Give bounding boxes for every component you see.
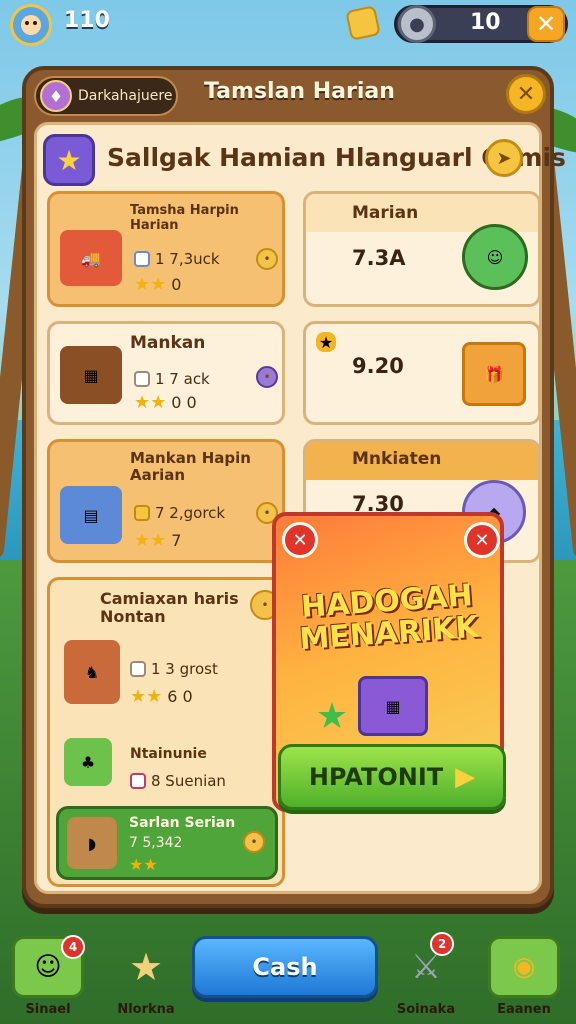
sub-item-progress: 7 5,342 [129, 835, 183, 851]
basket-icon: ▤ [60, 486, 122, 544]
task-card-large[interactable]: Camiaxan haris Nontan • ♞ 1 3 grost ★★ 6 … [47, 577, 285, 887]
sub-item-progress: 8 Suenian [130, 772, 226, 790]
panel-title: Tamslan Harian [204, 79, 395, 104]
task-progress: 1 3 grost [130, 660, 218, 678]
task-progress-text: 1 7,3uck [155, 250, 220, 268]
star-mark-icon [134, 505, 150, 521]
sub-item-card[interactable]: ◗ Sarlan Serian 7 5,342 ★★ • [56, 806, 278, 880]
crate-icon: ▦ [358, 676, 428, 736]
reward-value: 7 [171, 531, 182, 550]
play-arrow-icon: ▶ [455, 762, 476, 792]
task-title: Marian [352, 203, 419, 223]
checkbox-icon [134, 371, 150, 387]
promo-button-label: HPATONIT [308, 763, 444, 791]
nav-label: Eaanen [497, 1002, 551, 1017]
task-card[interactable]: Marian 7.3A ☺ [303, 191, 541, 307]
panel-header: ★ Sallgak Hamian Hlanguarl Camis ➤ [37, 131, 566, 189]
gem-icon [345, 5, 381, 41]
coin-icon: ● [398, 5, 436, 43]
nav-item-soinaka[interactable]: ⚔ 2 Soinaka [386, 932, 466, 1017]
notification-badge: 2 [430, 932, 454, 956]
toy-truck-icon: 🚚 [60, 230, 122, 286]
chest-icon: ▦ [60, 346, 122, 404]
promo-close-right[interactable]: ✕ [464, 522, 500, 558]
player-avatar[interactable] [10, 4, 52, 46]
player-level: 110 [64, 8, 110, 33]
promo-action-button[interactable]: HPATONIT ▶ [278, 744, 506, 810]
reward-value: 6 0 [167, 687, 193, 706]
claim-button[interactable]: • [256, 248, 278, 270]
promo-close-left[interactable]: ✕ [282, 522, 318, 558]
leaf-bush-icon: ♣ [64, 738, 112, 786]
task-reward: ★★ 7 [134, 530, 182, 551]
nav-item-sinael[interactable]: ☺ 4 Sinael [8, 935, 88, 1017]
nav-item-eaanen[interactable]: ◉ Eaanen [484, 936, 564, 1017]
task-title: Mankan [130, 333, 206, 353]
task-progress-text: 7 2,gorck [155, 504, 226, 522]
nav-label: Sinael [25, 1002, 71, 1017]
coin-count: 10 [470, 10, 501, 35]
nav-label: Soinaka [396, 1002, 456, 1017]
task-value: 9.20 [352, 354, 404, 378]
task-progress-text: 1 3 grost [151, 660, 218, 678]
claim-button[interactable]: • [256, 366, 278, 388]
task-title: Tamsha Harpin Harian [130, 203, 239, 233]
panel-tag-label: Darkahajuere [78, 88, 173, 104]
potion-icon: ♦ [40, 80, 72, 112]
character-icon: ☺ [462, 224, 528, 290]
warrior-icon: ♞ [64, 640, 120, 704]
task-reward: ★★ 0 0 [134, 392, 197, 413]
chat-nav-icon: ◉ [488, 936, 560, 998]
reward-value: 0 [171, 275, 182, 294]
small-star-icon: ★ [316, 332, 336, 352]
task-card[interactable]: Mankan ▦ 1 7 ack ★★ 0 0 • [47, 321, 285, 425]
task-card[interactable]: Mankan Hapin Aarian ▤ 7 2,gorck ★★ 7 • [47, 439, 285, 563]
gift-box-icon: 🎁 [462, 342, 526, 406]
task-title: Mankan Hapin Aarian [130, 449, 251, 485]
task-card[interactable]: Tamsha Harpin Harian 🚚 1 7,3uck ★★ 0 • [47, 191, 285, 307]
arrow-icon: ➤ [496, 147, 512, 169]
star-nav-icon: ★ [128, 945, 164, 989]
task-progress: 1 7 ack [134, 370, 210, 388]
task-progress: 7 2,gorck [134, 504, 225, 522]
star-badge-icon: ★ [43, 134, 95, 186]
top-hud: 110 ● 10 ✕ [0, 0, 576, 50]
task-reward: ★★ 0 [134, 274, 182, 295]
claim-button[interactable]: • [243, 831, 265, 853]
sub-item-title: Sarlan Serian [129, 815, 236, 831]
nav-label: Nlorkna [117, 1002, 175, 1017]
star-icon: ★ [315, 695, 349, 737]
info-button[interactable]: ➤ [485, 139, 523, 177]
sub-item-progress-text: 8 Suenian [151, 772, 226, 790]
nav-item-nlorkna[interactable]: ★ Nlorkna [106, 936, 186, 1017]
task-progress-text: 1 7 ack [155, 370, 210, 388]
close-icon: ✕ [516, 81, 536, 107]
face-icon [21, 15, 41, 35]
task-value: 7.3A [352, 246, 406, 270]
sword-nav-icon: ⚔ 2 [390, 932, 462, 998]
checkbox-icon [130, 773, 146, 789]
cash-button[interactable]: Cash [192, 936, 378, 998]
task-reward: ★★ 6 0 [130, 686, 193, 707]
task-title: Mnkiaten [352, 449, 442, 469]
character-nav-icon: ☺ 4 [12, 935, 85, 998]
panel-tag: ♦ Darkahajuere [34, 76, 178, 116]
task-card[interactable]: ★ 9.20 🎁 [303, 321, 541, 425]
shell-icon: ◗ [67, 817, 117, 869]
task-progress: 1 7,3uck [134, 250, 220, 268]
add-coins-button[interactable]: ✕ [527, 6, 565, 42]
close-icon: ✕ [292, 529, 308, 551]
checkbox-icon [134, 251, 150, 267]
close-button[interactable]: ✕ [506, 74, 546, 114]
sub-item-stars: ★★ [129, 855, 158, 874]
task-title: Camiaxan haris Nontan [100, 589, 239, 627]
promo-title: HADOGAH MENARIKK [276, 578, 500, 657]
sub-item-title: Ntainunie [130, 746, 207, 762]
notification-badge: 4 [61, 935, 85, 959]
close-icon: ✕ [474, 529, 490, 551]
reward-value: 0 0 [171, 393, 197, 412]
gem-mark-icon [130, 661, 146, 677]
